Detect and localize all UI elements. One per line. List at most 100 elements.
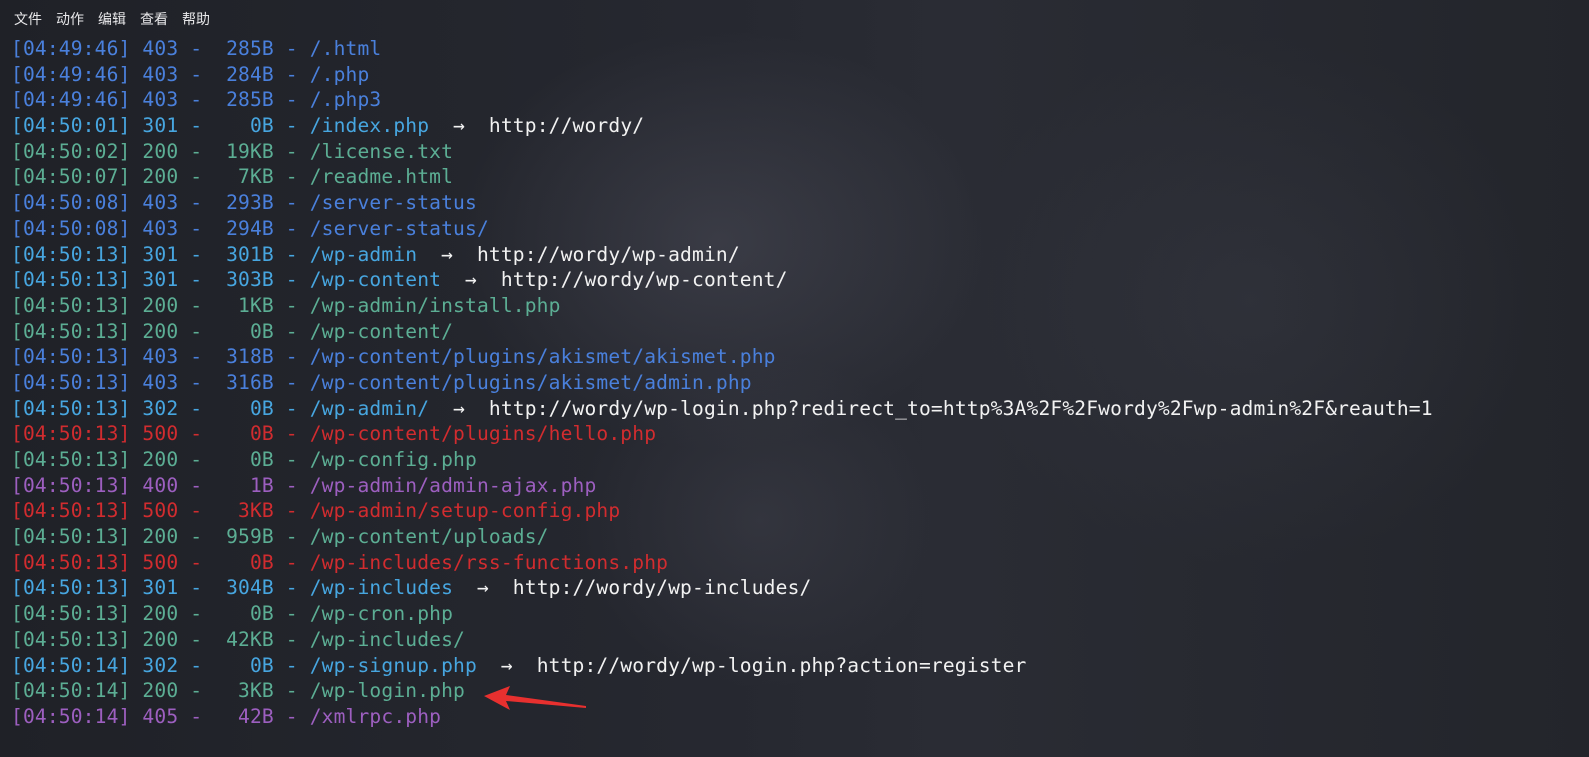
menu-action[interactable]: 动作: [56, 9, 84, 29]
log-status: 302: [142, 653, 179, 677]
log-status: 200: [142, 293, 179, 317]
log-entry: [04:50:08] 403 - 293B - /server-status: [11, 191, 477, 215]
log-line: [04:50:13] 400 - 1B - /wp-admin/admin-aj…: [11, 473, 1589, 499]
red-arrow-icon: [484, 686, 586, 710]
log-entry: [04:50:01] 301 - 0B - /index.php: [11, 114, 430, 138]
log-line: [04:50:02] 200 - 19KB - /license.txt: [11, 139, 1589, 165]
log-time: [04:49:46]: [11, 37, 131, 60]
log-line: [04:50:13] 200 - 0B - /wp-content/: [11, 319, 1589, 345]
log-size: 0B: [249, 602, 274, 626]
log-line: [04:50:07] 200 - 7KB - /readme.html: [11, 164, 1589, 190]
log-path: /wp-admin/admin-ajax.php: [309, 473, 597, 497]
log-redirect: → http://wordy/: [429, 114, 645, 138]
log-path: /wp-admin/install.php: [309, 293, 561, 317]
menu-file[interactable]: 文件: [14, 9, 42, 29]
log-size: 7KB: [238, 165, 274, 189]
log-size: 0B: [249, 550, 274, 574]
log-path: /index.php: [309, 114, 430, 138]
log-entry: [04:50:13] 200 - 1KB - /wp-admin/install…: [11, 293, 561, 317]
log-time: [04:50:13]: [11, 550, 131, 574]
log-time: [04:50:13]: [11, 422, 131, 446]
menu-view[interactable]: 查看: [140, 9, 168, 29]
log-line: [04:50:08] 403 - 294B - /server-status/: [11, 216, 1589, 242]
log-status: 500: [142, 550, 179, 574]
log-time: [04:50:13]: [11, 448, 131, 471]
log-path: /wp-content: [309, 268, 442, 292]
log-line: [04:50:14] 200 - 3KB - /wp-login.php: [11, 678, 1589, 704]
menu-edit[interactable]: 编辑: [98, 9, 126, 29]
log-time: [04:50:13]: [11, 268, 131, 292]
log-time: [04:50:13]: [11, 242, 131, 266]
log-status: 403: [142, 191, 179, 215]
log-size: 0B: [249, 114, 274, 138]
log-entry: [04:50:13] 200 - 0B - /wp-config.php: [11, 448, 477, 471]
log-path: /xmlrpc.php: [309, 704, 442, 728]
log-size: 959B: [226, 525, 274, 549]
menu-bar: 文件 动作 编辑 查看 帮助: [0, 0, 1589, 38]
log-redirect-url: http://wordy/wp-admin/: [476, 242, 740, 266]
log-size: 0B: [249, 653, 274, 677]
log-size: 301B: [226, 242, 274, 266]
log-path: /wp-login.php: [309, 679, 466, 703]
log-line: [04:50:13] 200 - 959B - /wp-content/uplo…: [11, 524, 1589, 550]
log-line: [04:50:14] 302 - 0B - /wp-signup.php → h…: [11, 653, 1589, 679]
log-entry: [04:50:13] 500 - 0B - /wp-content/plugin…: [11, 422, 657, 446]
log-path: /wp-cron.php: [309, 602, 454, 626]
log-status: 200: [142, 627, 179, 651]
log-size: 285B: [226, 88, 274, 112]
log-size: 318B: [226, 345, 274, 369]
log-path: /wp-includes: [309, 576, 454, 600]
log-entry: [04:50:14] 302 - 0B - /wp-signup.php: [11, 653, 477, 677]
log-redirect: → http://wordy/wp-content/: [441, 268, 788, 292]
log-path: /wp-content/uploads/: [309, 525, 549, 549]
log-size: 1KB: [238, 293, 274, 317]
log-time: [04:50:01]: [11, 114, 131, 138]
log-status: 301: [142, 114, 179, 138]
log-time: [04:50:13]: [11, 576, 131, 600]
log-entry: [04:50:13] 301 - 303B - /wp-content: [11, 268, 442, 292]
log-time: [04:50:02]: [11, 139, 131, 163]
log-status: 403: [142, 345, 179, 369]
log-time: [04:50:13]: [11, 627, 131, 651]
log-path: /license.txt: [309, 139, 454, 163]
log-time: [04:50:14]: [11, 704, 131, 728]
log-path: /.php3: [309, 88, 382, 112]
log-line: [04:50:13] 301 - 301B - /wp-admin → http…: [11, 242, 1589, 268]
log-entry: [04:50:13] 200 - 959B - /wp-content/uplo…: [11, 525, 549, 549]
log-status: 301: [142, 268, 179, 292]
terminal-output[interactable]: [04:49:46] 403 - 285B - /.html [04:49:46]…: [11, 36, 1589, 730]
log-time: [04:50:14]: [11, 653, 131, 677]
log-status: 200: [142, 602, 179, 626]
log-path: /server-status/: [309, 216, 489, 240]
log-size: 19KB: [226, 139, 274, 163]
log-entry: [04:50:13] 403 - 318B - /wp-content/plug…: [11, 345, 776, 369]
log-path: /wp-signup.php: [309, 653, 477, 677]
log-status: 200: [142, 525, 179, 549]
log-size: 284B: [226, 62, 274, 86]
log-size: 3KB: [238, 499, 274, 523]
log-path: /wp-content/plugins/akismet/admin.php: [309, 370, 752, 394]
log-entry: [04:50:07] 200 - 7KB - /readme.html: [11, 165, 454, 189]
log-redirect-url: http://wordy/: [488, 114, 645, 138]
log-line: [04:50:13] 301 - 303B - /wp-content → ht…: [11, 267, 1589, 293]
log-status: 200: [142, 165, 179, 189]
log-status: 403: [142, 37, 179, 60]
log-entry: [04:50:13] 403 - 316B - /wp-content/plug…: [11, 370, 752, 394]
log-size: 3KB: [238, 679, 274, 703]
log-time: [04:50:07]: [11, 165, 131, 189]
log-line: [04:50:13] 500 - 0B - /wp-content/plugin…: [11, 421, 1589, 447]
log-path: /wp-content/: [309, 319, 454, 343]
log-status: 200: [142, 139, 179, 163]
log-entry: [04:50:13] 302 - 0B - /wp-admin/: [11, 396, 430, 420]
log-size: 285B: [226, 37, 274, 60]
log-redirect: → http://wordy/wp-login.php?redirect_to=…: [429, 396, 1433, 420]
log-time: [04:50:13]: [11, 525, 131, 549]
log-time: [04:50:13]: [11, 602, 131, 626]
log-redirect-url: http://wordy/wp-content/: [500, 268, 788, 292]
log-entry: [04:50:14] 200 - 3KB - /wp-login.php: [11, 679, 466, 703]
log-size: 294B: [226, 216, 274, 240]
menu-help[interactable]: 帮助: [182, 9, 210, 29]
log-path: /.html: [309, 37, 382, 60]
log-line: [04:50:13] 403 - 318B - /wp-content/plug…: [11, 344, 1589, 370]
log-status: 403: [142, 88, 179, 112]
